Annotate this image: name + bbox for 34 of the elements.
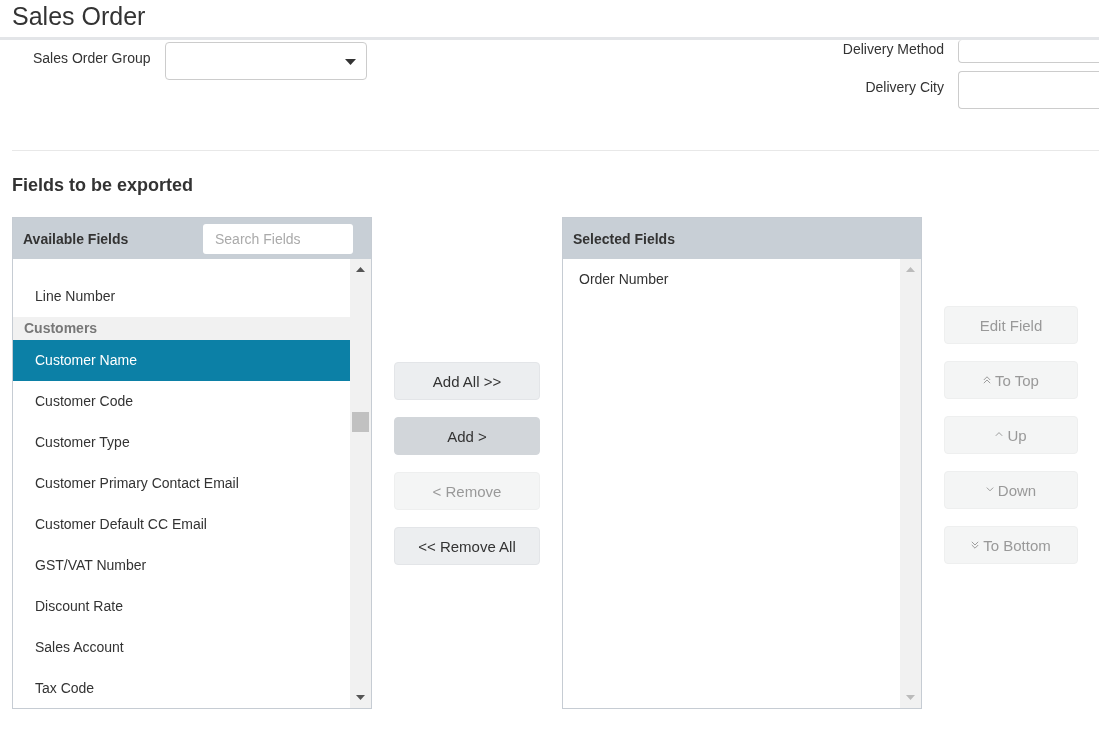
- field-item[interactable]: Discount Rate: [13, 586, 350, 627]
- caret-icon: [345, 59, 356, 65]
- transfer-button[interactable]: Add >: [394, 417, 540, 455]
- field-item[interactable]: Sales Account: [13, 627, 350, 668]
- double-up-chevron-icon: [983, 376, 992, 384]
- field-label: Sales Order Group: [33, 50, 152, 66]
- input-field[interactable]: [958, 71, 1099, 109]
- field-item[interactable]: Customer Type: [13, 422, 350, 463]
- panel-title: Available Fields: [23, 230, 129, 247]
- transfer-button[interactable]: Add All >>: [394, 362, 540, 400]
- scroll-down-icon[interactable]: [356, 695, 365, 700]
- group-heading: Customers: [13, 317, 350, 340]
- transfer-button[interactable]: << Remove All: [394, 527, 540, 565]
- field-item[interactable]: Customer Primary Contact Email: [13, 463, 350, 504]
- scroll-up-icon[interactable]: [356, 267, 365, 272]
- field-item[interactable]: Tax Code: [13, 668, 350, 708]
- scrollbar[interactable]: [350, 259, 371, 708]
- field-item[interactable]: Customer Default CC Email: [13, 504, 350, 545]
- panel-title: Selected Fields: [573, 230, 675, 247]
- field-item[interactable]: Customer Name: [13, 340, 350, 381]
- page-title: Sales Order: [12, 2, 146, 30]
- field-item[interactable]: Customer Code: [13, 381, 350, 422]
- up-chevron-icon: [995, 431, 1004, 439]
- section-heading: Fields to be exported: [12, 175, 195, 196]
- field-label: Delivery City: [864, 79, 944, 95]
- down-chevron-icon: [985, 486, 994, 494]
- field-label: Delivery Method: [841, 40, 944, 57]
- field-item[interactable]: Line Number: [13, 276, 350, 317]
- field-item[interactable]: GST/VAT Number: [13, 545, 350, 586]
- double-down-chevron-icon: [971, 541, 980, 549]
- select-field[interactable]: [165, 42, 367, 80]
- scrollbar-thumb[interactable]: [352, 412, 369, 432]
- search-field[interactable]: Search Fields: [203, 223, 353, 254]
- field-item[interactable]: Order Number: [563, 259, 900, 302]
